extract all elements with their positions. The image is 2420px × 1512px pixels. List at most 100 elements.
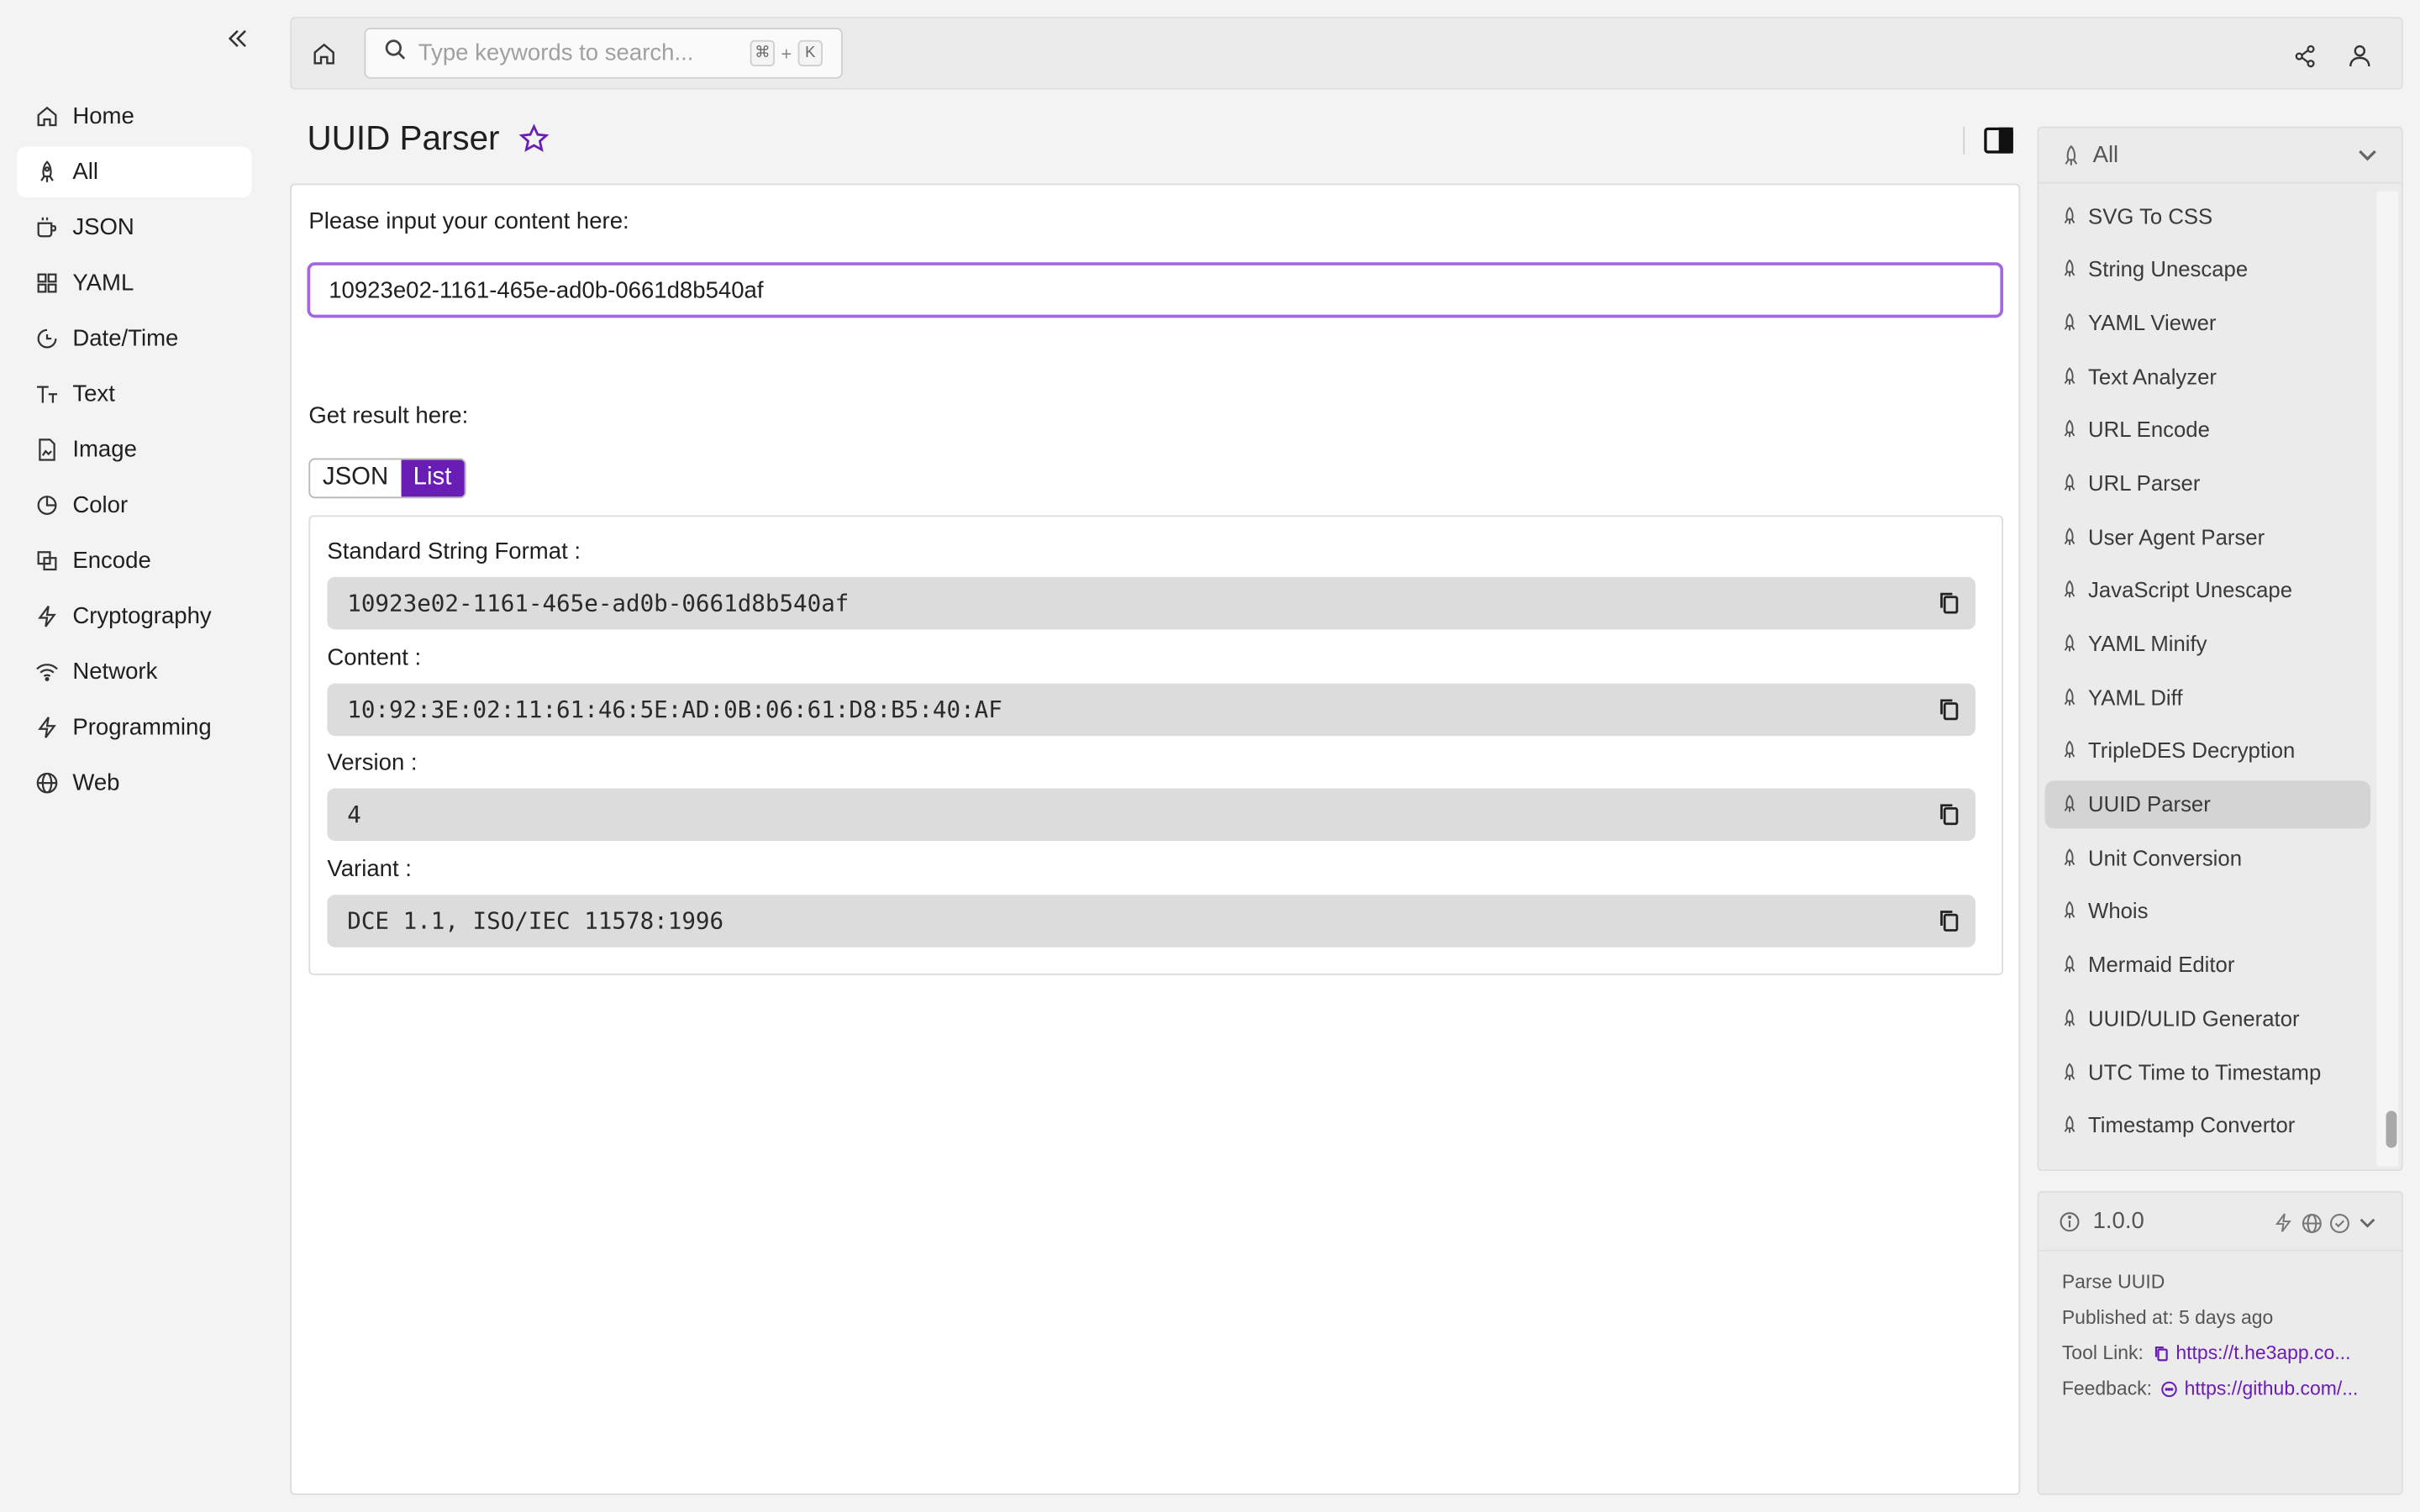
bolt-icon <box>2273 1211 2296 1235</box>
tool-list-item-label: TripleDES Decryption <box>2088 738 2296 764</box>
sidebar-item-cryptography[interactable]: Cryptography <box>17 591 251 642</box>
field-value-text: 10923e02-1161-465e-ad0b-0661d8b540af <box>347 589 850 617</box>
sidebar-item-encode[interactable]: Encode <box>17 535 251 586</box>
field-value-text: DCE 1.1, ISO/IEC 11578:1996 <box>347 906 724 936</box>
tool-list-item-label: Unit Conversion <box>2088 845 2243 870</box>
tool-list-item[interactable]: Mermaid Editor <box>2045 941 2371 989</box>
category-filter-dropdown[interactable]: All <box>2039 128 2402 184</box>
tool-list-item[interactable]: String Unescape <box>2045 244 2371 292</box>
scrollbar-thumb[interactable] <box>2386 1110 2397 1148</box>
tool-list-item[interactable]: Unit Conversion <box>2045 833 2371 881</box>
tool-list-item[interactable]: YAML Diff <box>2045 673 2371 721</box>
copy-icon[interactable] <box>1939 909 1960 933</box>
encode-icon <box>34 549 58 573</box>
search-input[interactable] <box>418 39 728 66</box>
input-label: Please input your content here: <box>308 207 629 235</box>
share-icon[interactable] <box>2287 39 2321 72</box>
rocket-icon <box>2060 259 2079 278</box>
sidebar-item-network[interactable]: Network <box>17 647 251 698</box>
sidebar-item-programming[interactable]: Programming <box>17 702 251 753</box>
field-value-content: 10:92:3E:02:11:61:46:5E:AD:0B:06:61:D8:B… <box>327 683 1975 737</box>
tool-list-item-label: UTC Time to Timestamp <box>2088 1058 2322 1084</box>
tool-list-item-label: SVG To CSS <box>2088 202 2213 228</box>
page-title-row: UUID Parser <box>308 118 552 159</box>
tool-list-scrollbar[interactable] <box>2376 191 2399 1167</box>
tool-list-item[interactable]: SVG To CSS <box>2045 192 2371 239</box>
page-title: UUID Parser <box>307 118 500 158</box>
tab-json[interactable]: JSON <box>310 459 401 496</box>
tool-description: Parse UUID <box>2061 1271 2165 1294</box>
tool-list-item[interactable]: TripleDES Decryption <box>2045 727 2371 774</box>
copy-icon[interactable] <box>1939 697 1960 722</box>
sidebar-item-yaml[interactable]: YAML <box>17 258 251 309</box>
tool-workspace: Please input your content here: Get resu… <box>290 183 2021 1495</box>
tool-list-item-label: Timestamp Convertor <box>2088 1112 2296 1137</box>
sidebar-item-datetime[interactable]: Date/Time <box>17 313 251 365</box>
tool-list-panel: All SVG To CSS String Unescape YAML Viewer… <box>2037 126 2403 1172</box>
image-file-icon <box>34 438 58 462</box>
sidebar-item-label: Text <box>72 381 115 407</box>
tool-list-item[interactable]: YAML Viewer <box>2045 298 2371 346</box>
sidebar-item-json[interactable]: JSON <box>17 202 251 254</box>
rocket-icon <box>2060 580 2079 599</box>
tool-list-item[interactable]: UUID Parser <box>2044 780 2371 828</box>
tool-list-item[interactable]: URL Parser <box>2045 459 2371 507</box>
tool-link-label: Tool Link: <box>2061 1341 2144 1364</box>
tool-list-item[interactable]: Timestamp Convertor <box>2045 1101 2371 1149</box>
feedback-link[interactable]: https://github.com/... <box>2185 1378 2359 1399</box>
feedback-row: Feedback: https://github.com/... <box>2062 1378 2359 1399</box>
rocket-icon <box>2060 795 2079 813</box>
tool-link[interactable]: https://t.he3app.co... <box>2175 1342 2350 1364</box>
tool-link-row: Tool Link: https://t.he3app.co... <box>2062 1342 2351 1364</box>
tool-list-item[interactable]: Whois <box>2045 887 2371 935</box>
sidebar-item-text[interactable]: Text <box>17 369 251 420</box>
tool-list-item-label: JavaScript Unescape <box>2088 577 2293 602</box>
bolt-icon <box>34 604 58 628</box>
shortcut-plus: + <box>781 42 792 65</box>
rocket-icon <box>2060 144 2082 166</box>
tool-list-item[interactable]: YAML Minify <box>2045 619 2371 667</box>
uuid-input[interactable] <box>307 262 2004 318</box>
results-list: Standard String Format : 10923e02-1161-4… <box>308 515 2004 975</box>
sidebar-item-image[interactable]: Image <box>17 424 251 475</box>
field-value-text: 4 <box>347 801 361 829</box>
tool-list-item-label: Whois <box>2088 898 2149 924</box>
chevron-down-icon <box>2355 145 2380 167</box>
globe-icon <box>2302 1211 2325 1235</box>
sidebar-item-home[interactable]: Home <box>17 91 251 142</box>
rocket-icon <box>2060 901 2079 920</box>
home-icon[interactable] <box>308 37 341 71</box>
tab-list[interactable]: List <box>400 459 465 497</box>
tool-list-item-label: UUID Parser <box>2088 791 2211 816</box>
tool-list-item[interactable]: User Agent Parser <box>2045 512 2371 560</box>
copy-icon[interactable] <box>1939 802 1960 827</box>
copy-icon[interactable] <box>1939 591 1960 615</box>
rocket-icon <box>2060 527 2079 545</box>
tool-list-item[interactable]: URL Encode <box>2045 406 2371 454</box>
sidebar-item-web[interactable]: Web <box>17 758 251 809</box>
tool-list-item-label: URL Encode <box>2088 417 2210 442</box>
feedback-label: Feedback: <box>2061 1378 2153 1399</box>
sidebar-item-label: Home <box>72 103 134 130</box>
text-icon <box>34 382 58 407</box>
collapse-sidebar-icon[interactable] <box>221 22 255 55</box>
tool-info-header[interactable]: 1.0.0 <box>2039 1193 2402 1252</box>
shortcut-hint: ⌘ + K <box>750 39 823 66</box>
tool-list-item[interactable]: JavaScript Unescape <box>2045 566 2371 614</box>
toggle-right-panel-icon[interactable] <box>1983 127 2014 155</box>
rocket-icon <box>2060 687 2079 706</box>
tool-list-item[interactable]: UTC Time to Timestamp <box>2045 1047 2371 1095</box>
sidebar-item-label: All <box>72 159 98 186</box>
favorite-star-icon[interactable] <box>518 122 552 155</box>
sidebar-nav: Home All JSON YAML Date/Time Text Image … <box>17 91 252 813</box>
chevron-down-icon[interactable] <box>2357 1211 2381 1235</box>
sidebar-item-color[interactable]: Color <box>17 480 251 531</box>
sidebar-item-all[interactable]: All <box>17 146 252 198</box>
tool-list-item[interactable]: UUID/ULID Generator <box>2045 994 2371 1042</box>
user-icon[interactable] <box>2343 39 2376 72</box>
search-box[interactable]: ⌘ + K <box>364 28 843 79</box>
tool-list-item-label: User Agent Parser <box>2088 523 2265 549</box>
field-value-standard-string: 10923e02-1161-465e-ad0b-0661d8b540af <box>327 576 1975 630</box>
tool-list-item[interactable]: Text Analyzer <box>2045 352 2371 400</box>
top-bar: ⌘ + K <box>290 17 2403 90</box>
